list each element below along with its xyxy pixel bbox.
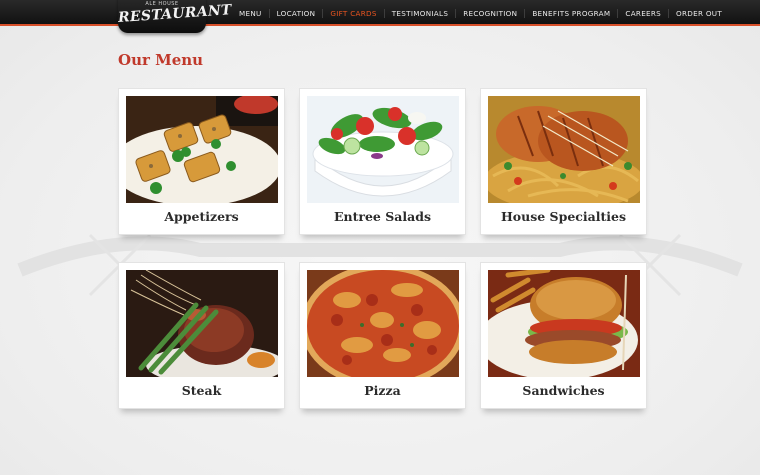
menu-card-pizza[interactable]: Pizza [299,262,466,409]
nav-item-careers[interactable]: CAREERS [618,8,670,18]
nav-item-menu[interactable]: MENU [232,8,270,18]
logo-title: RESTAURANT [117,2,233,27]
nav-item-location[interactable]: LOCATION [270,8,324,18]
chicken-pasta-photo[interactable] [488,96,640,203]
menu-card-sandwiches[interactable]: Sandwiches [480,262,647,409]
menu-card-house-specialties[interactable]: House Specialties [480,88,647,235]
main-nav: MENU LOCATION GIFT CARDS TESTIMONIALS RE… [232,0,729,26]
pizza-photo[interactable] [307,270,459,377]
menu-card-label[interactable]: Steak [119,383,284,398]
nav-item-order-out[interactable]: ORDER OUT [669,9,729,18]
nav-item-testimonials[interactable]: TESTIMONIALS [385,8,457,18]
steak-photo[interactable] [126,270,278,377]
nav-item-recognition[interactable]: RECOGNITION [456,8,526,18]
restaurant-logo[interactable]: ALE HOUSE RESTAURANT [117,0,233,33]
menu-card-entree-salads[interactable]: Entree Salads [299,88,466,235]
menu-card-appetizers[interactable]: Appetizers [118,88,285,235]
nav-item-benefits-program[interactable]: BENEFITS PROGRAM [525,8,619,18]
menu-card-label[interactable]: Sandwiches [481,383,646,398]
nav-item-gift-cards[interactable]: GIFT CARDS [323,8,385,18]
appetizers-photo[interactable] [126,96,278,203]
page-title: Our Menu [118,51,204,69]
menu-card-label[interactable]: Entree Salads [300,209,465,224]
menu-card-label[interactable]: House Specialties [481,209,646,224]
salad-photo[interactable] [307,96,459,203]
menu-card-steak[interactable]: Steak [118,262,285,409]
menu-card-label[interactable]: Appetizers [119,209,284,224]
sandwich-photo[interactable] [488,270,640,377]
menu-card-label[interactable]: Pizza [300,383,465,398]
